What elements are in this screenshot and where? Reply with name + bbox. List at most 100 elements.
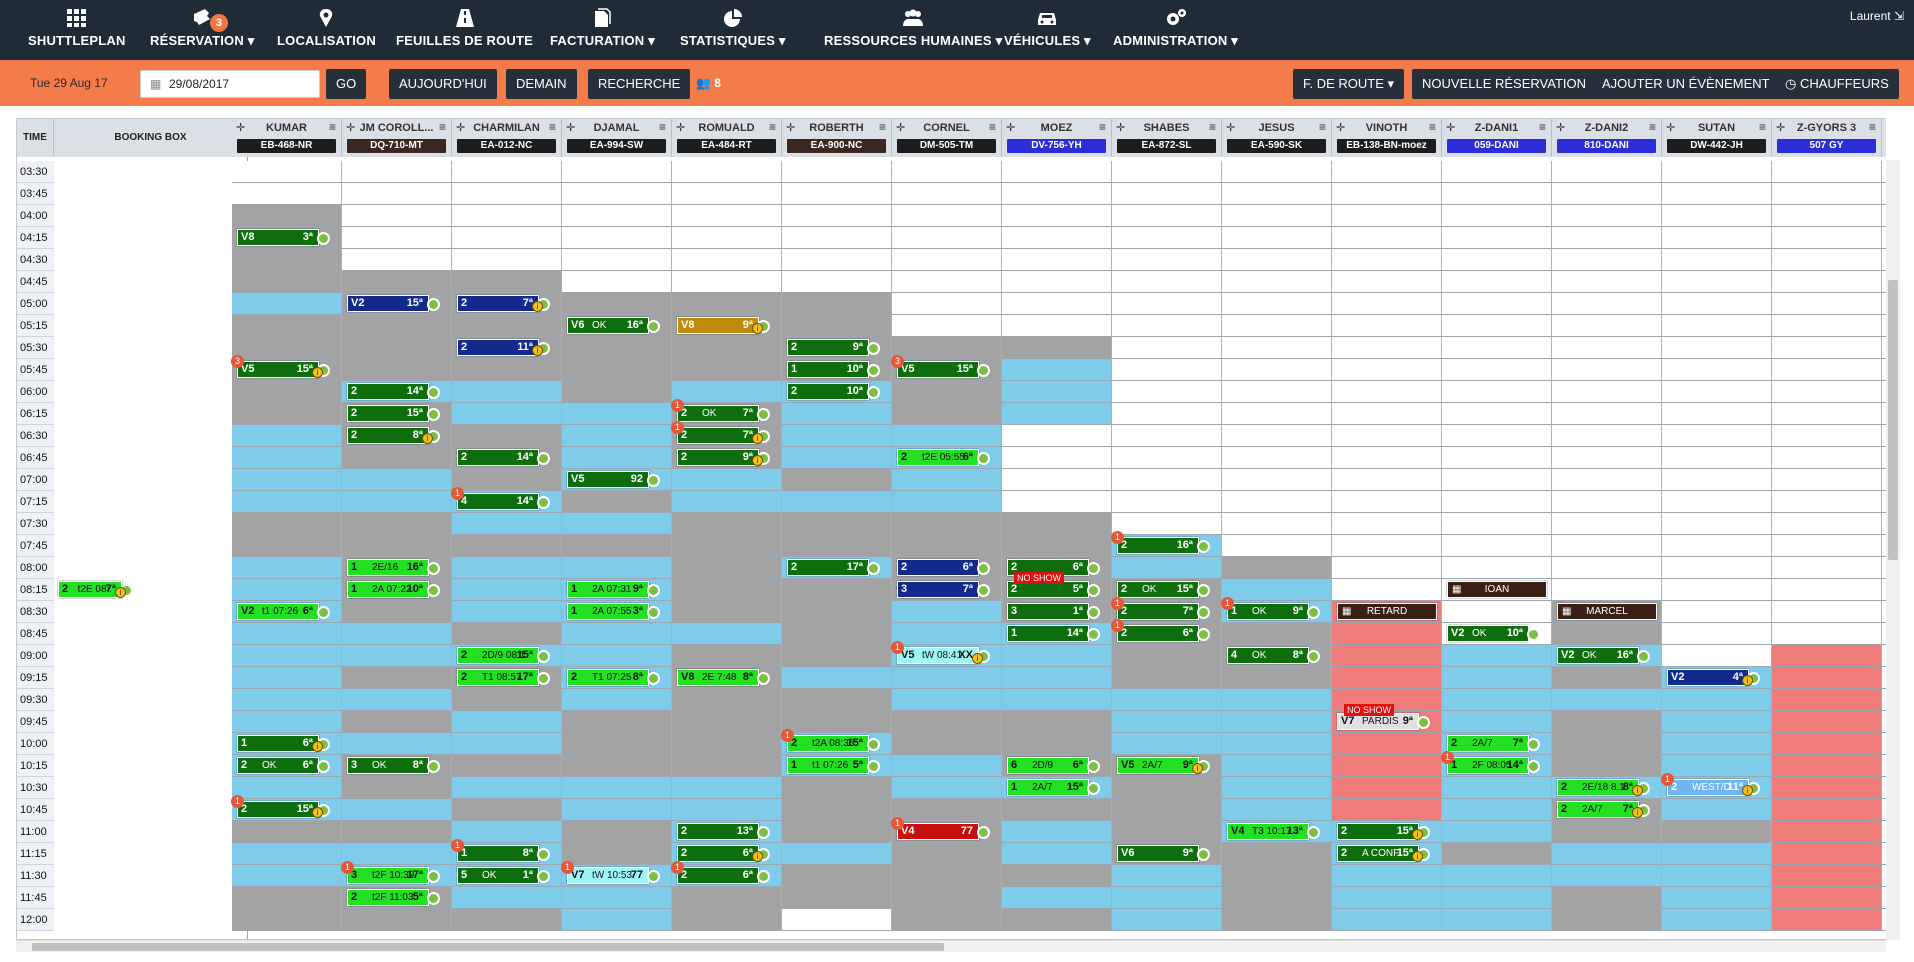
schedule-cell[interactable] [232, 557, 342, 579]
booking-event[interactable]: 5 OK 1ª [457, 867, 550, 884]
status-dot-icon[interactable] [977, 452, 990, 465]
status-dot-icon[interactable] [1637, 650, 1650, 663]
schedule-cell[interactable] [892, 249, 1002, 271]
schedule-cell[interactable] [1662, 293, 1772, 315]
schedule-cell[interactable] [782, 799, 892, 821]
horizontal-scrollbar[interactable] [16, 940, 1886, 952]
horizontal-scroll-thumb[interactable] [32, 943, 944, 951]
schedule-cell[interactable] [1552, 711, 1662, 733]
schedule-cell[interactable] [1222, 887, 1332, 909]
schedule-cell[interactable] [892, 865, 1002, 887]
schedule-cell[interactable] [1552, 337, 1662, 359]
schedule-cell[interactable] [1442, 711, 1552, 733]
schedule-cell[interactable] [452, 535, 562, 557]
schedule-cell[interactable] [342, 205, 452, 227]
schedule-cell[interactable] [1772, 293, 1882, 315]
status-dot-icon[interactable] [537, 848, 550, 861]
status-dot-icon[interactable] [647, 320, 660, 333]
schedule-cell[interactable] [1332, 161, 1442, 183]
schedule-cell[interactable] [782, 249, 892, 271]
schedule-cell[interactable] [1002, 821, 1112, 843]
schedule-cell[interactable] [892, 755, 1002, 777]
schedule-cell[interactable] [782, 205, 892, 227]
booking-event[interactable]: 2 7ª i [677, 427, 770, 444]
schedule-cell[interactable] [1662, 623, 1772, 645]
schedule-cell[interactable] [892, 711, 1002, 733]
schedule-cell[interactable] [782, 469, 892, 491]
schedule-cell[interactable] [1112, 403, 1222, 425]
schedule-cell[interactable] [1442, 447, 1552, 469]
schedule-cell[interactable] [1552, 689, 1662, 711]
schedule-cell[interactable] [1002, 381, 1112, 403]
schedule-cell[interactable] [1112, 821, 1222, 843]
info-icon[interactable]: i [1742, 675, 1753, 686]
schedule-cell[interactable] [452, 909, 562, 931]
schedule-cell[interactable] [1662, 337, 1772, 359]
schedule-cell[interactable] [1662, 513, 1772, 535]
booking-event[interactable]: 1 2A 07:31 9ª [567, 581, 660, 598]
schedule-cell[interactable] [672, 557, 782, 579]
schedule-cell[interactable] [562, 249, 672, 271]
schedule-cell[interactable] [1332, 205, 1442, 227]
booking-event[interactable]: 2 7ª i [457, 295, 550, 312]
schedule-cell[interactable] [232, 337, 342, 359]
schedule-cell[interactable] [672, 381, 782, 403]
schedule-cell[interactable] [782, 447, 892, 469]
schedule-cell[interactable] [232, 623, 342, 645]
schedule-cell[interactable] [1222, 667, 1332, 689]
status-dot-icon[interactable] [1307, 650, 1320, 663]
status-dot-icon[interactable] [1417, 716, 1430, 729]
menu-icon[interactable]: ≡ [549, 120, 556, 134]
status-dot-icon[interactable] [647, 870, 660, 883]
schedule-cell[interactable] [1002, 469, 1112, 491]
schedule-cell[interactable] [672, 161, 782, 183]
schedule-cell[interactable] [1772, 667, 1882, 689]
schedule-cell[interactable] [232, 579, 342, 601]
schedule-cell[interactable] [452, 601, 562, 623]
schedule-cell[interactable] [1222, 469, 1332, 491]
schedule-cell[interactable] [1222, 843, 1332, 865]
status-dot-icon[interactable] [867, 342, 880, 355]
booking-event[interactable]: 1 2F 08:05 14ª [1447, 757, 1540, 774]
schedule-cell[interactable] [1222, 865, 1332, 887]
menu-icon[interactable]: ≡ [769, 120, 776, 134]
schedule-cell[interactable] [232, 315, 342, 337]
schedule-cell[interactable] [782, 183, 892, 205]
schedule-cell[interactable] [1552, 293, 1662, 315]
booking-event[interactable]: 1 14ª [1007, 625, 1100, 642]
schedule-cell[interactable] [1112, 689, 1222, 711]
status-dot-icon[interactable] [757, 870, 770, 883]
schedule-cell[interactable] [1442, 777, 1552, 799]
schedule-cell[interactable] [1662, 315, 1772, 337]
schedule-cell[interactable] [1112, 667, 1222, 689]
menu-icon[interactable]: ≡ [1319, 120, 1326, 134]
schedule-cell[interactable] [342, 337, 452, 359]
schedule-cell[interactable] [1772, 579, 1882, 601]
schedule-cell[interactable] [782, 909, 892, 931]
schedule-cell[interactable] [1442, 381, 1552, 403]
schedule-cell[interactable] [342, 359, 452, 381]
schedule-cell[interactable] [1442, 271, 1552, 293]
schedule-cell[interactable] [1002, 425, 1112, 447]
status-dot-icon[interactable] [427, 892, 440, 905]
schedule-cell[interactable] [1772, 227, 1882, 249]
schedule-cell[interactable] [342, 667, 452, 689]
schedule-cell[interactable] [1222, 271, 1332, 293]
menu-icon[interactable]: ≡ [1209, 120, 1216, 134]
schedule-cell[interactable] [1772, 711, 1882, 733]
schedule-cell[interactable] [1662, 601, 1772, 623]
schedule-cell[interactable] [562, 733, 672, 755]
info-icon[interactable]: i [1412, 851, 1423, 862]
schedule-cell[interactable] [1332, 887, 1442, 909]
add-event-button[interactable]: AJOUTER UN ÉVÈNEMENT [1592, 69, 1780, 99]
nav-r-servation[interactable]: RÉSERVATION ▾ 3 [150, 6, 254, 49]
schedule-cell[interactable] [1772, 689, 1882, 711]
schedule-cell[interactable] [562, 689, 672, 711]
schedule-cell[interactable] [782, 579, 892, 601]
schedule-cell[interactable] [1002, 161, 1112, 183]
status-dot-icon[interactable] [1087, 606, 1100, 619]
schedule-cell[interactable] [452, 425, 562, 447]
schedule-cell[interactable] [1772, 161, 1882, 183]
status-dot-icon[interactable] [537, 496, 550, 509]
info-icon[interactable]: i [115, 587, 126, 598]
